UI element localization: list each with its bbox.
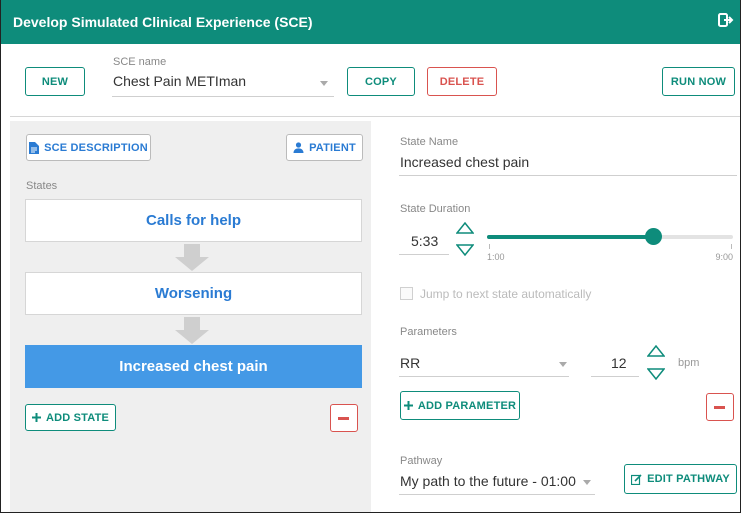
chevron-down-icon — [559, 362, 567, 367]
parameter-select[interactable]: RR — [399, 353, 569, 377]
state-duration-input[interactable]: 5:33 — [399, 231, 449, 255]
chevron-down-icon — [583, 480, 591, 485]
slider-max-label: 9:00 — [715, 252, 733, 262]
arrow-down-icon — [175, 317, 209, 344]
edit-icon — [631, 473, 642, 485]
increment-icon[interactable] — [647, 345, 665, 357]
add-state-button[interactable]: ADD STATE — [25, 404, 116, 431]
window-title: Develop Simulated Clinical Experience (S… — [13, 14, 313, 30]
slider-fill — [487, 235, 654, 239]
sce-name-label: SCE name — [113, 56, 167, 68]
delete-button[interactable]: DELETE — [427, 67, 497, 96]
jump-label: Jump to next state automatically — [420, 287, 592, 301]
state-item[interactable]: Worsening — [25, 272, 362, 315]
chevron-down-icon — [320, 81, 328, 86]
plus-icon — [31, 413, 41, 422]
parameter-unit: bpm — [678, 357, 700, 369]
arrow-down-icon — [175, 244, 209, 271]
duration-slider[interactable]: 1:00 9:00 — [487, 226, 733, 266]
parameter-value-input[interactable]: 12 — [591, 353, 639, 377]
document-icon — [29, 141, 40, 154]
parameters-label: Parameters — [400, 326, 457, 338]
state-name-label: State Name — [400, 136, 459, 148]
sce-name-value: Chest Pain METIman — [113, 73, 247, 89]
states-panel: SCE DESCRIPTION PATIENT States Calls for… — [10, 121, 371, 512]
title-bar: Develop Simulated Clinical Experience (S… — [1, 0, 740, 44]
decrement-icon[interactable] — [456, 244, 474, 256]
states-label: States — [26, 180, 58, 192]
state-item-selected[interactable]: Increased chest pain — [25, 345, 362, 388]
patient-button[interactable]: PATIENT — [286, 134, 363, 161]
exit-icon[interactable] — [718, 12, 734, 28]
increment-icon[interactable] — [456, 222, 474, 234]
state-duration-label: State Duration — [400, 203, 471, 215]
edit-pathway-button[interactable]: EDIT PATHWAY — [624, 464, 737, 494]
add-parameter-button[interactable]: ADD PARAMETER — [400, 391, 520, 420]
sce-name-select[interactable]: Chest Pain METIman — [112, 72, 334, 98]
slider-thumb[interactable] — [645, 228, 662, 245]
sce-description-button[interactable]: SCE DESCRIPTION — [26, 134, 151, 161]
slider-min-label: 1:00 — [487, 252, 505, 262]
remove-state-button[interactable] — [330, 404, 358, 432]
remove-parameter-button[interactable] — [706, 393, 734, 421]
user-icon — [293, 142, 304, 153]
copy-button[interactable]: COPY — [347, 67, 415, 96]
pathway-label: Pathway — [400, 455, 443, 467]
state-name-input[interactable]: Increased chest pain — [399, 153, 737, 177]
plus-icon — [403, 401, 413, 410]
decrement-icon[interactable] — [647, 368, 665, 380]
run-now-button[interactable]: RUN NOW — [662, 67, 735, 96]
state-item[interactable]: Calls for help — [25, 199, 362, 242]
new-button[interactable]: NEW — [25, 67, 85, 96]
jump-checkbox[interactable] — [400, 287, 413, 300]
pathway-select[interactable]: My path to the future - 01:00 — [399, 471, 595, 495]
sce-editor-window: Develop Simulated Clinical Experience (S… — [0, 0, 741, 513]
jump-checkbox-row[interactable]: Jump to next state automatically — [400, 286, 660, 302]
toolbar-divider — [10, 116, 740, 117]
